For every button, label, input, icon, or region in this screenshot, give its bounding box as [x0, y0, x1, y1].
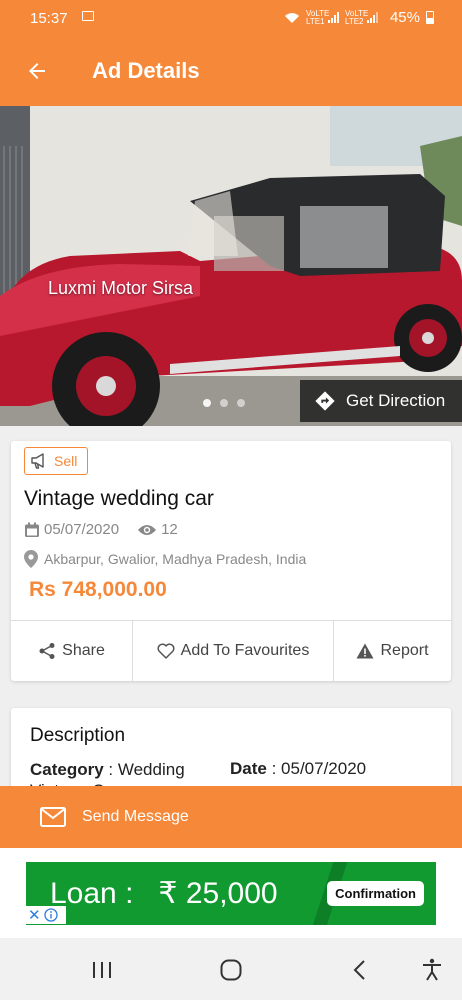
- ad-meta: 05/07/2020 12: [24, 521, 178, 538]
- wifi-icon: [284, 12, 299, 23]
- recents-icon[interactable]: [88, 956, 116, 984]
- description-heading: Description: [30, 725, 126, 746]
- gallery-notification-icon: [82, 11, 94, 21]
- report-button[interactable]: Report: [334, 621, 451, 681]
- page-title: Ad Details: [92, 58, 200, 83]
- signal-2-icon: [366, 12, 378, 23]
- category-label: Category: [30, 760, 104, 779]
- battery-percent: 45%: [389, 9, 420, 26]
- home-icon[interactable]: [217, 956, 245, 984]
- system-nav-bar: [0, 938, 462, 1000]
- signal-1-icon: [327, 12, 339, 23]
- get-direction-button[interactable]: Get Direction: [300, 380, 462, 422]
- ad-location: Akbarpur, Gwalior, Madhya Pradesh, India: [24, 550, 306, 568]
- send-message-label: Send Message: [82, 808, 189, 825]
- ad-info-card: Sell Vintage wedding car 05/07/2020 12 A…: [11, 441, 451, 681]
- ad-date: 05/07/2020: [44, 521, 120, 538]
- ad-info-icon[interactable]: [43, 908, 58, 922]
- action-row: Share Add To Favourites Report: [11, 620, 451, 681]
- ad-choices[interactable]: ✕: [26, 906, 66, 924]
- date-label: Date: [230, 759, 267, 778]
- date-field: Date : 05/07/2020: [230, 759, 366, 779]
- ad-type-badge: Sell: [24, 447, 88, 475]
- share-icon: [39, 643, 55, 659]
- carousel-dots: [203, 399, 245, 407]
- ad-area: Loan : ₹ 25,000 Confirmation ✕: [0, 848, 462, 938]
- share-button[interactable]: Share: [11, 621, 133, 681]
- send-message-button[interactable]: Send Message: [0, 786, 462, 848]
- sim2-label: VoLTE LTE2: [344, 8, 369, 26]
- favourites-label: Add To Favourites: [180, 642, 310, 659]
- app-bar: Ad Details: [0, 36, 462, 106]
- ad-confirmation-button[interactable]: Confirmation: [327, 881, 424, 906]
- ad-image-carousel[interactable]: Luxmi Motor Sirsa Get Direction: [0, 106, 462, 426]
- ad-close-icon[interactable]: ✕: [28, 906, 41, 924]
- ad-banner-text: Loan : ₹ 25,000: [50, 877, 278, 910]
- ad-price: Rs 748,000.00: [29, 578, 167, 601]
- sim1-label: VoLTE LTE1: [305, 8, 330, 26]
- back-arrow-icon[interactable]: [22, 56, 52, 86]
- carousel-dot[interactable]: [203, 399, 211, 407]
- ad-banner[interactable]: Loan : ₹ 25,000 Confirmation: [26, 862, 436, 925]
- back-icon[interactable]: [346, 956, 374, 984]
- location-pin-icon: [24, 550, 38, 568]
- carousel-dot[interactable]: [220, 399, 228, 407]
- report-label: Report: [380, 642, 429, 659]
- status-icons: VoLTE LTE1 VoLTE LTE2 45%: [284, 9, 434, 26]
- status-time: 15:37: [30, 10, 68, 27]
- get-direction-label: Get Direction: [346, 391, 446, 410]
- calendar-icon: [25, 522, 39, 537]
- accessibility-icon[interactable]: [418, 956, 446, 984]
- watermark-text: Luxmi Motor Sirsa: [48, 278, 194, 298]
- ad-views: 12: [161, 521, 178, 538]
- ad-title: Vintage wedding car: [24, 487, 214, 510]
- share-label: Share: [62, 642, 105, 659]
- megaphone-icon: [31, 453, 44, 469]
- warning-icon: [356, 643, 374, 659]
- ad-type-label: Sell: [54, 453, 78, 469]
- ad-location-text: Akbarpur, Gwalior, Madhya Pradesh, India: [44, 551, 307, 567]
- add-to-favourites-button[interactable]: Add To Favourites: [133, 621, 334, 681]
- get-direction-icon: [315, 391, 335, 411]
- car-photo: [0, 106, 462, 426]
- battery-icon: [426, 11, 434, 24]
- carousel-dot[interactable]: [237, 399, 245, 407]
- status-bar: 15:37 VoLTE LTE1 VoLTE LTE2 45%: [0, 0, 462, 36]
- eye-icon: [138, 524, 157, 535]
- mail-icon: [40, 807, 66, 827]
- date-value: : 05/07/2020: [266, 759, 367, 778]
- heart-icon: [157, 643, 175, 659]
